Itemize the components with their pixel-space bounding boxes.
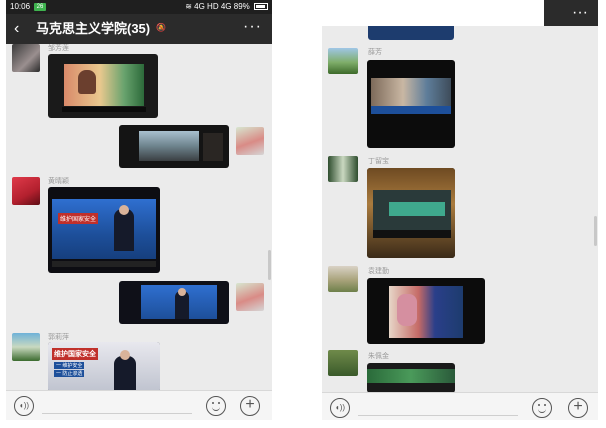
status-right: ≋ 4G HD 4G 89%	[185, 0, 268, 14]
status-bar: 10:06 26 ≋ 4G HD 4G 89%	[6, 0, 272, 14]
image-message[interactable]	[48, 54, 158, 118]
plus-icon[interactable]: +	[568, 398, 588, 418]
signal-4g: 4G	[194, 2, 205, 11]
image-message[interactable]	[367, 60, 455, 148]
avatar[interactable]	[12, 333, 40, 361]
image-message[interactable]: 维护国家安全 一 维护安全 一 防止渗透	[48, 342, 160, 392]
tv-line: 一 防止渗透	[54, 370, 85, 377]
top-white-area	[322, 0, 544, 26]
sender-name: 邹芳莲	[48, 45, 69, 52]
tv-line: 一 维护安全	[54, 362, 85, 369]
signal-4g-2: 4G	[220, 2, 232, 11]
emoji-icon[interactable]	[532, 398, 552, 418]
tv-caption: 维护国家安全	[52, 348, 98, 360]
sender-name: 郭莉萍	[48, 334, 69, 341]
avatar[interactable]	[328, 266, 358, 292]
message-input[interactable]	[42, 413, 192, 414]
image-message-partial[interactable]	[368, 26, 454, 40]
avatar[interactable]	[12, 177, 40, 205]
avatar[interactable]	[328, 48, 358, 74]
sender-name: 薛芳	[368, 49, 382, 56]
message-input[interactable]	[358, 415, 518, 416]
chat-title: 马克思主义学院(35)	[36, 21, 151, 36]
voice-input-icon[interactable]: ◖))	[14, 396, 34, 416]
tv-caption: 维护国家安全	[58, 213, 99, 224]
scrollbar-thumb[interactable]	[594, 216, 597, 246]
image-message[interactable]	[367, 168, 455, 258]
image-message[interactable]	[119, 281, 229, 324]
hd-label: HD	[207, 2, 219, 11]
right-phone-screenshot: ··· 薛芳 丁留宝 袁建勤 朱佩金 ◖)) +	[322, 0, 598, 420]
battery-icon	[254, 3, 268, 11]
avatar-self[interactable]	[236, 127, 264, 155]
plus-icon[interactable]: +	[240, 396, 260, 416]
chat-title-bar: ···	[544, 0, 598, 26]
back-arrow-icon[interactable]: ‹	[14, 20, 19, 38]
battery-percent: 89%	[233, 2, 250, 11]
voice-input-icon[interactable]: ◖))	[330, 398, 350, 418]
more-options-icon[interactable]: ···	[243, 18, 262, 36]
emoji-icon[interactable]	[206, 396, 226, 416]
avatar[interactable]	[328, 156, 358, 182]
image-message[interactable]	[367, 278, 485, 344]
notification-badge: 26	[34, 3, 46, 11]
image-message[interactable]	[119, 125, 229, 168]
avatar[interactable]	[328, 350, 358, 376]
image-message[interactable]	[367, 363, 455, 393]
sender-name: 丁留宝	[368, 158, 389, 165]
avatar[interactable]	[12, 44, 40, 72]
wifi-icon: ≋	[185, 2, 192, 11]
avatar-self[interactable]	[236, 283, 264, 311]
more-options-icon[interactable]: ···	[572, 4, 588, 22]
chat-title-bar: ‹ 马克思主义学院(35) 🔕 ···	[6, 14, 272, 44]
scrollbar-thumb[interactable]	[268, 250, 271, 280]
sender-name: 黄晴颖	[48, 178, 69, 185]
status-time: 10:06	[10, 2, 31, 11]
sender-name: 袁建勤	[368, 268, 389, 275]
input-bar: ◖)) +	[6, 390, 272, 420]
image-message[interactable]: 维护国家安全	[48, 187, 160, 273]
left-phone-screenshot: 10:06 26 ≋ 4G HD 4G 89% ‹ 马克思主义学院(35) 🔕 …	[6, 0, 272, 420]
mute-bell-icon: 🔕	[156, 23, 166, 32]
sender-name: 朱佩金	[368, 353, 389, 360]
input-bar: ◖)) +	[322, 392, 598, 420]
